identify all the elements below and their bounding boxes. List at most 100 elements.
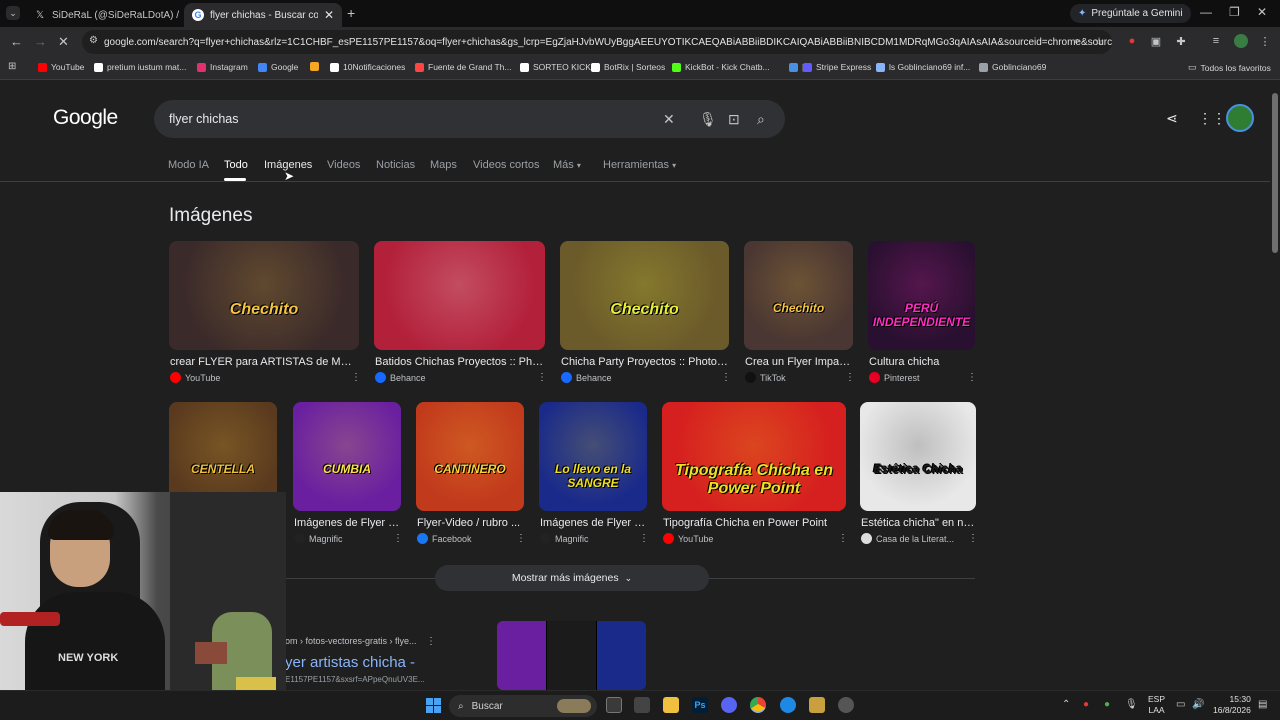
extensions-puzzle-icon[interactable]: ✚	[1175, 35, 1187, 48]
image-result-card[interactable]: PERÚ INDEPENDIENTE Cultura chicha Pinteres…	[868, 241, 977, 400]
tab-modo-ia[interactable]: Modo IA	[168, 159, 209, 171]
image-result-source[interactable]: Facebook	[417, 533, 472, 544]
more-options-icon[interactable]: ⋮	[639, 533, 649, 544]
image-thumbnail[interactable]: CUMBIA	[293, 402, 401, 511]
more-options-icon[interactable]: ⋮	[537, 372, 547, 383]
tray-app-icon[interactable]: ●	[1083, 699, 1089, 710]
photoshop-icon[interactable]: Ps	[692, 697, 708, 713]
stop-loading-button[interactable]: ✕	[58, 34, 69, 50]
image-thumbnail[interactable]	[374, 241, 545, 350]
page-scrollbar[interactable]	[1270, 81, 1280, 690]
gemini-button[interactable]: ✦ Pregúntale a Gemini	[1070, 4, 1191, 23]
file-explorer-icon[interactable]	[663, 697, 679, 713]
image-result-title[interactable]: Imágenes de Flyer a...	[294, 517, 400, 529]
bookmark-item[interactable]: SORTEO KICK	[520, 62, 591, 72]
more-options-icon[interactable]: ⋮	[516, 533, 526, 544]
bookmark-item[interactable]: KickBot - Kick Chatb...	[672, 62, 770, 72]
tab-videos[interactable]: Videos	[327, 159, 360, 171]
tab-mas[interactable]: Más ▾	[553, 159, 581, 171]
more-options-icon[interactable]: ⋮	[351, 372, 361, 383]
image-result-card[interactable]: Batidos Chichas Proyectos :: Phot...Beha…	[374, 241, 547, 400]
image-result-source[interactable]: Magnific	[294, 533, 343, 544]
show-more-images-button[interactable]: Mostrar más imágenes ⌄	[435, 565, 709, 591]
tab-videos-cortos[interactable]: Videos cortos	[473, 159, 539, 171]
minimize-button[interactable]: —	[1200, 5, 1212, 19]
bookmark-item[interactable]: Fuente de Grand Th...	[415, 62, 511, 72]
tab-maps[interactable]: Maps	[430, 159, 457, 171]
camera-lens-icon[interactable]: ⊡	[728, 111, 740, 128]
tab-search-button[interactable]: ⌄	[6, 6, 20, 20]
tools-button[interactable]: Herramientas ▾	[603, 159, 676, 171]
image-result-source[interactable]: Behance	[375, 372, 426, 383]
discord-icon[interactable]	[721, 697, 737, 713]
image-thumbnail[interactable]: Chechito	[744, 241, 853, 350]
image-thumbnail[interactable]: Lo llevo en la SANGRE	[539, 402, 647, 511]
image-result-title[interactable]: Tipografía Chicha en Power Point	[663, 517, 845, 529]
chrome-icon[interactable]	[750, 697, 766, 713]
app-icon[interactable]	[838, 697, 854, 713]
image-result-card[interactable]: CUMBIA Imágenes de Flyer a... Magnific ⋮	[293, 402, 403, 561]
search-input[interactable]: flyer chichas	[154, 100, 785, 138]
bookmark-item[interactable]	[310, 62, 323, 71]
more-options-icon[interactable]: ⋮	[721, 372, 731, 383]
task-view-icon[interactable]	[606, 697, 622, 713]
more-options-icon[interactable]: ⋮	[967, 372, 977, 383]
share-icon[interactable]: ⋖	[1166, 110, 1178, 127]
bookmark-item[interactable]: Stripe Express	[803, 62, 871, 72]
image-thumbnail[interactable]: Chechito	[560, 241, 729, 350]
image-result-card[interactable]: Tipografía Chicha en Power Point Tipograf…	[662, 402, 848, 561]
google-logo[interactable]: Google	[53, 106, 118, 130]
profile-avatar-icon[interactable]	[1234, 34, 1248, 48]
apps-icon[interactable]: ⊞	[8, 61, 16, 72]
bookmark-item[interactable]: Google	[258, 62, 298, 72]
bookmark-item[interactable]: BotRix | Sorteos	[591, 62, 665, 72]
image-result-card[interactable]: Chechito Crea un Flyer Impac... TikTok ⋮	[744, 241, 855, 400]
more-options-icon[interactable]: ⋮	[845, 372, 855, 383]
close-window-button[interactable]: ✕	[1257, 5, 1267, 19]
notifications-icon[interactable]: ▤	[1258, 699, 1267, 710]
image-thumbnail[interactable]: CANTINERO	[416, 402, 524, 511]
back-button[interactable]: ←	[10, 34, 23, 49]
tab-todo[interactable]: Todo	[224, 159, 248, 171]
image-result-card[interactable]: Estética Chicha Estética chicha" en nu...…	[860, 402, 978, 561]
bookmark-star-icon[interactable]: ☆	[1093, 35, 1105, 48]
app-icon[interactable]	[780, 697, 796, 713]
image-result-source[interactable]: TikTok	[745, 372, 786, 383]
microphone-icon[interactable]: 🎙	[699, 111, 717, 128]
bookmark-item[interactable]: Instagram	[197, 62, 248, 72]
image-result-title[interactable]: Estética chicha" en nu...	[861, 517, 975, 529]
bookmark-item[interactable]: YouTube	[38, 62, 84, 72]
network-icon[interactable]: ▭	[1176, 699, 1185, 710]
clear-search-icon[interactable]: ✕	[663, 111, 675, 128]
google-apps-icon[interactable]: ⋮⋮	[1198, 110, 1226, 127]
image-result-card[interactable]: Chechito crear FLYER para ARTISTAS de MUS…	[169, 241, 361, 400]
more-options-icon[interactable]: ⋮	[426, 636, 436, 647]
image-result-title[interactable]: Imágenes de Flyer a...	[540, 517, 646, 529]
image-result-title[interactable]: Flyer-Video / rubro ...	[417, 517, 523, 529]
new-tab-button[interactable]: +	[347, 5, 355, 21]
image-thumbnail[interactable]: PERÚ INDEPENDIENTE	[868, 241, 975, 350]
bookmark-item[interactable]: ls Goblinciano69 inf...	[876, 62, 970, 72]
image-result-title[interactable]: Crea un Flyer Impac...	[745, 356, 852, 368]
reading-list-icon[interactable]: ≡	[1210, 35, 1222, 47]
image-result-source[interactable]: YouTube	[170, 372, 220, 383]
restore-button[interactable]: ❐	[1229, 5, 1240, 19]
bookmark-item[interactable]: |	[789, 62, 804, 72]
image-thumbnail[interactable]: Tipografía Chicha en Power Point	[662, 402, 846, 511]
tab-noticias[interactable]: Noticias	[376, 159, 415, 171]
image-result-source[interactable]: Behance	[561, 372, 612, 383]
app-icon[interactable]	[634, 697, 650, 713]
bookmark-item[interactable]: 10Notificaciones	[330, 62, 405, 72]
image-result-source[interactable]: Casa de la Literat...	[861, 533, 954, 544]
image-result-title[interactable]: Chicha Party Proyectos :: Photos, ...	[561, 356, 728, 368]
bookmark-item[interactable]: pretium iustum mat...	[94, 62, 186, 72]
tab-google-search[interactable]: G flyer chichas - Buscar con Goog ✕	[184, 3, 342, 27]
microphone-icon[interactable]: 🎙	[1125, 699, 1138, 710]
image-result-title[interactable]: Cultura chicha	[869, 356, 974, 368]
image-result-title[interactable]: Batidos Chichas Proyectos :: Phot...	[375, 356, 544, 368]
image-thumbnail[interactable]: Chechito	[169, 241, 359, 350]
volume-icon[interactable]: 🔊	[1192, 699, 1204, 710]
close-icon[interactable]: ✕	[324, 8, 334, 22]
tab-x[interactable]: 𝕏 SiDeRaL (@SiDeRaLDotA) / X ✕	[26, 3, 182, 27]
tray-expand-icon[interactable]: ⌃	[1062, 699, 1070, 710]
